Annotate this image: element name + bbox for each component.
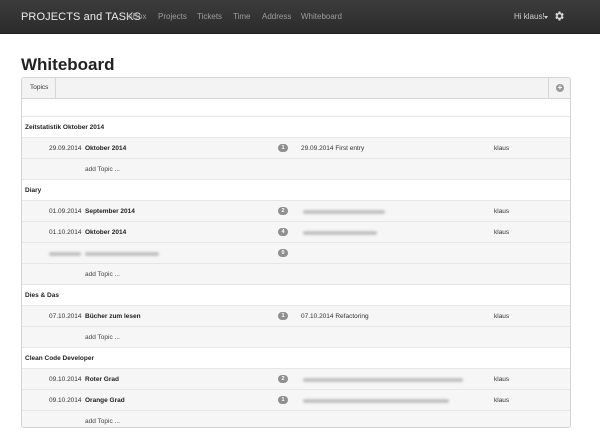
entry-count-badge: 1	[278, 396, 288, 404]
add-topic-link[interactable]: add Topic ...	[85, 166, 120, 173]
topic-date: 01.09.2014	[49, 208, 82, 215]
blurred-date	[49, 252, 81, 256]
nav-projects[interactable]: Projects	[158, 12, 187, 21]
topic-row[interactable]: 01.10.2014 Oktober 2014 4 klaus	[22, 221, 570, 242]
page-title: Whiteboard	[21, 55, 115, 74]
nav-tickets[interactable]: Tickets	[197, 12, 222, 21]
blurred-entry	[303, 210, 385, 214]
add-topic-row[interactable]: add Topic ...	[22, 158, 570, 179]
tab-topics-label: Topics	[30, 84, 49, 91]
blurred-entry	[303, 378, 463, 382]
group-header: Diary	[22, 179, 570, 200]
whiteboard-panel: Topics + Zeitstatistik Oktober 2014 29.0…	[21, 77, 571, 428]
topic-author: klaus	[494, 208, 510, 215]
group-label: Diary	[25, 187, 42, 194]
add-topic-button[interactable]: +	[548, 78, 570, 98]
add-topic-link[interactable]: add Topic ...	[85, 271, 120, 278]
plus-circle-icon: +	[556, 83, 564, 92]
topic-row[interactable]: 0	[22, 242, 570, 263]
topic-author: klaus	[494, 397, 510, 404]
entry-count-badge: 0	[278, 249, 288, 257]
entry-count-badge: 2	[278, 207, 288, 215]
topic-date: 09.10.2014	[49, 397, 82, 404]
topic-title[interactable]: Bücher zum lesen	[85, 313, 141, 320]
blurred-entry	[303, 399, 449, 403]
add-topic-row[interactable]: add Topic ...	[22, 263, 570, 284]
nav-whiteboard[interactable]: Whiteboard	[301, 12, 342, 21]
topic-title[interactable]: Oktober 2014	[85, 145, 126, 152]
tab-topics[interactable]: Topics	[22, 78, 56, 98]
add-topic-row[interactable]: add Topic ...	[22, 410, 570, 427]
topic-title[interactable]: Orange Grad	[85, 397, 125, 404]
user-menu[interactable]: Hi klaus!	[514, 12, 545, 21]
add-topic-link[interactable]: add Topic ...	[85, 334, 120, 341]
topic-date: 01.10.2014	[49, 229, 82, 236]
group-label: Dies & Das	[25, 292, 59, 299]
group-label: Clean Code Developer	[25, 355, 94, 362]
entry-count-badge: 1	[278, 144, 288, 152]
entry-count-badge: 2	[278, 375, 288, 383]
topic-title[interactable]: Oktober 2014	[85, 229, 126, 236]
topic-date: 29.09.2014	[49, 145, 82, 152]
blurred-entry	[303, 231, 377, 235]
topic-title[interactable]: Roter Grad	[85, 376, 119, 383]
topic-author: klaus	[494, 376, 510, 383]
topic-title[interactable]: September 2014	[85, 208, 135, 215]
entry-count-badge: 4	[278, 228, 288, 236]
topic-row[interactable]: 01.09.2014 September 2014 2 klaus	[22, 200, 570, 221]
chevron-down-icon[interactable]	[544, 16, 548, 19]
group-header: Clean Code Developer	[22, 347, 570, 368]
nav-time[interactable]: Time	[233, 12, 250, 21]
blurred-title	[85, 252, 159, 256]
topic-row[interactable]: 09.10.2014 Roter Grad 2 klaus	[22, 368, 570, 389]
topic-author: klaus	[494, 229, 510, 236]
topic-row[interactable]: 07.10.2014 Bücher zum lesen 1 07.10.2014…	[22, 305, 570, 326]
last-entry[interactable]: 29.09.2014 First entry	[301, 145, 364, 152]
last-entry[interactable]: 07.10.2014 Refactoring	[301, 313, 369, 320]
nav-inbox[interactable]: InBox	[126, 12, 146, 21]
nav-address[interactable]: Address	[262, 12, 291, 21]
topic-author: klaus	[494, 145, 510, 152]
group-label: Zeitstatistik Oktober 2014	[25, 124, 105, 131]
app-brand[interactable]: PROJECTS and TASKS	[21, 11, 141, 23]
gear-icon[interactable]	[553, 10, 565, 22]
top-navbar: PROJECTS and TASKS InBox Projects Ticket…	[0, 0, 600, 34]
panel-tabbar: Topics +	[22, 78, 570, 99]
topic-date: 09.10.2014	[49, 376, 82, 383]
group-header: Zeitstatistik Oktober 2014	[22, 116, 570, 137]
add-topic-row[interactable]: add Topic ...	[22, 326, 570, 347]
add-topic-link[interactable]: add Topic ...	[85, 418, 120, 425]
group-header: Dies & Das	[22, 284, 570, 305]
topic-author: klaus	[494, 313, 510, 320]
entry-count-badge: 1	[278, 312, 288, 320]
topic-date: 07.10.2014	[49, 313, 82, 320]
topic-row[interactable]: 09.10.2014 Orange Grad 1 klaus	[22, 389, 570, 410]
topic-row[interactable]: 29.09.2014 Oktober 2014 1 29.09.2014 Fir…	[22, 137, 570, 158]
